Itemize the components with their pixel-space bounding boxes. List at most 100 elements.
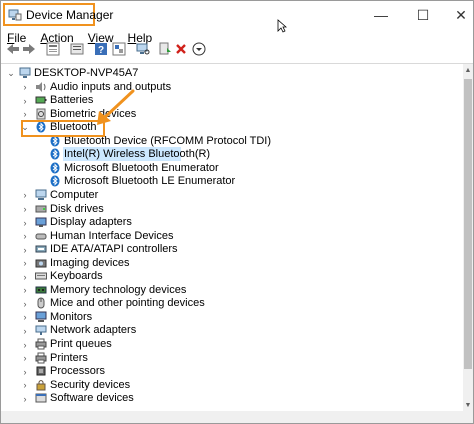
printer-icon	[35, 352, 47, 364]
horizontal-scrollbar[interactable]	[1, 411, 473, 423]
tree-item-human-interface-devices[interactable]: › Human Interface Devices	[1, 230, 461, 243]
forward-arrow-icon[interactable]	[21, 41, 37, 57]
biometric-icon	[35, 108, 47, 120]
expand-chevron-icon[interactable]: ›	[21, 379, 29, 392]
tree-item-security-devices[interactable]: › Security devices	[1, 379, 461, 392]
network-icon	[35, 324, 47, 336]
speaker-icon	[35, 81, 47, 93]
tree-item-disk-drives[interactable]: › Disk drives	[1, 203, 461, 216]
tree-item-batteries[interactable]: › Batteries	[1, 94, 461, 107]
tree-item-software-devices[interactable]: › Software devices	[1, 392, 461, 405]
tree-item-label: Network adapters	[50, 324, 137, 337]
tree-item-memory-technology-devices[interactable]: › Memory technology devices	[1, 284, 461, 297]
uninstall-icon[interactable]	[173, 41, 189, 57]
camera-icon	[35, 257, 47, 269]
expand-chevron-icon[interactable]: ›	[21, 108, 29, 121]
tree-child-intel-r-wireless-bluetooth-r[interactable]: Intel(R) Wireless Bluetooth(R)	[1, 147, 461, 162]
tree-item-audio-inputs-and-outputs[interactable]: › Audio inputs and outputs	[1, 81, 461, 94]
window-title: Device Manager	[26, 7, 114, 22]
expand-chevron-icon[interactable]: ›	[21, 270, 29, 283]
maximize-button[interactable]: ☐	[403, 1, 443, 29]
computer-icon	[35, 189, 47, 201]
tree-item-mice-and-other-pointing-devices[interactable]: › Mice and other pointing devices	[1, 297, 461, 310]
tree-item-label: Processors	[50, 365, 106, 378]
expand-chevron-icon[interactable]: ›	[21, 297, 29, 310]
callout-arrow-icon	[97, 89, 135, 125]
tree-item-label: Monitors	[50, 310, 93, 323]
expand-chevron-icon[interactable]: ›	[21, 338, 29, 351]
tree-child-microsoft-bluetooth-le-enumerator[interactable]: Microsoft Bluetooth LE Enumerator	[1, 175, 461, 188]
tree-item-label: IDE ATA/ATAPI controllers	[50, 243, 178, 256]
tree-item-label: Batteries	[50, 94, 94, 107]
back-arrow-icon[interactable]	[5, 41, 21, 57]
tree-item-display-adapters[interactable]: › Display adapters	[1, 216, 461, 229]
disable-icon[interactable]	[191, 41, 207, 57]
tree-item-biometric-devices[interactable]: › Biometric devices	[1, 108, 461, 121]
expand-chevron-icon[interactable]: ›	[21, 243, 29, 256]
bluetooth-icon	[49, 148, 61, 160]
mouse-cursor-icon	[277, 19, 287, 33]
tree-item-print-queues[interactable]: › Print queues	[1, 338, 461, 351]
computer-view-icon[interactable]	[45, 41, 61, 57]
expand-chevron-icon[interactable]: ›	[21, 324, 29, 337]
properties-icon[interactable]	[69, 41, 85, 57]
monitor-icon	[35, 311, 47, 323]
disk-icon	[35, 203, 47, 215]
tree-item-label: Software devices	[50, 392, 134, 405]
collapse-chevron-icon[interactable]: ⌄	[7, 67, 15, 80]
tree-item-label: Printers	[50, 351, 88, 364]
toolbar-divider	[1, 63, 473, 64]
update-driver-icon[interactable]	[157, 41, 173, 57]
bluetooth-icon	[49, 175, 61, 187]
expand-chevron-icon[interactable]: ›	[21, 365, 29, 378]
tree-item-label: Microsoft Bluetooth Enumerator	[64, 161, 219, 174]
tree-item-processors[interactable]: › Processors	[1, 365, 461, 378]
software-icon	[35, 392, 47, 404]
tree-item-label: Memory technology devices	[50, 283, 187, 296]
security-icon	[35, 379, 47, 391]
show-hidden-icon[interactable]	[111, 41, 127, 57]
tree-item-label: Computer	[50, 188, 99, 201]
expand-chevron-icon[interactable]: ›	[21, 392, 29, 405]
tree-item-label: Keyboards	[50, 270, 103, 283]
minimize-button[interactable]: —	[361, 1, 401, 29]
tree-item-network-adapters[interactable]: › Network adapters	[1, 324, 461, 337]
scan-hardware-icon[interactable]	[135, 41, 151, 57]
expand-chevron-icon[interactable]: ›	[21, 81, 29, 94]
expand-chevron-icon[interactable]: ›	[21, 284, 29, 297]
display-icon	[35, 216, 47, 228]
tree-item-imaging-devices[interactable]: › Imaging devices	[1, 257, 461, 270]
title-bar[interactable]: Device Manager — ☐ ✕	[1, 1, 473, 29]
expand-chevron-icon[interactable]: ›	[21, 216, 29, 229]
scroll-down-arrow-icon[interactable]: ▼	[463, 399, 473, 411]
scroll-up-arrow-icon[interactable]: ▲	[463, 64, 473, 76]
tree-item-label: Mice and other pointing devices	[50, 297, 205, 310]
help-icon[interactable]: ?	[93, 41, 109, 57]
tree-item-label: Disk drives	[50, 202, 104, 215]
tree-child-microsoft-bluetooth-enumerator[interactable]: Microsoft Bluetooth Enumerator	[1, 162, 461, 175]
tree-root[interactable]: ⌄ DESKTOP-NVP45A7	[1, 67, 461, 80]
expand-chevron-icon[interactable]: ›	[21, 352, 29, 365]
tree-item-printers[interactable]: › Printers	[1, 352, 461, 365]
expand-chevron-icon[interactable]: ›	[21, 189, 29, 202]
expand-chevron-icon[interactable]: ›	[21, 203, 29, 216]
computer-icon	[19, 67, 31, 79]
close-button[interactable]: ✕	[441, 1, 474, 29]
expand-chevron-icon[interactable]: ›	[21, 230, 29, 243]
keyboard-icon	[35, 270, 47, 282]
tree-item-label: Display adapters	[50, 216, 132, 229]
tree-item-label: Imaging devices	[50, 256, 130, 269]
tree-item-ide-ata-atapi-controllers[interactable]: › IDE ATA/ATAPI controllers	[1, 243, 461, 256]
scrollbar-thumb[interactable]	[464, 79, 472, 369]
ide-icon	[35, 243, 47, 255]
expand-chevron-icon[interactable]: ›	[21, 311, 29, 324]
tree-item-computer[interactable]: › Computer	[1, 189, 461, 202]
title-highlight: Device Manager	[3, 3, 113, 26]
tree-item-keyboards[interactable]: › Keyboards	[1, 270, 461, 283]
expand-chevron-icon[interactable]: ›	[21, 94, 29, 107]
tree-item-label: Microsoft Bluetooth LE Enumerator	[64, 175, 236, 188]
expand-chevron-icon[interactable]: ›	[21, 257, 29, 270]
svg-text:?: ?	[98, 45, 104, 56]
hid-icon	[35, 230, 47, 242]
tree-item-monitors[interactable]: › Monitors	[1, 311, 461, 324]
